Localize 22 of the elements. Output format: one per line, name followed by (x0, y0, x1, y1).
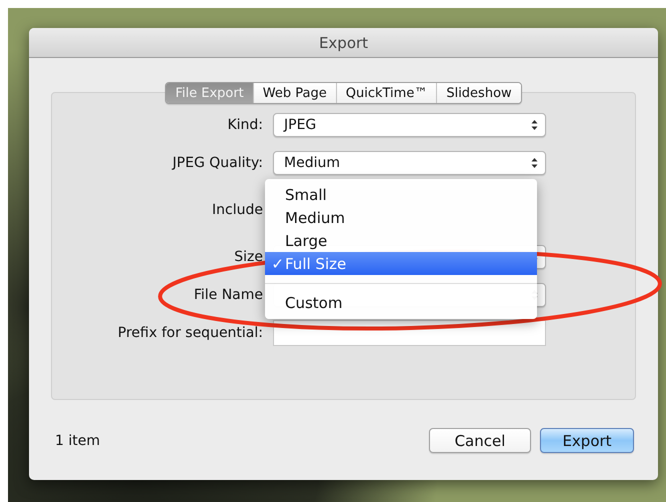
tab[interactable]: Web Page (252, 83, 336, 103)
field-label: Size (234, 249, 263, 265)
window-title: Export (29, 28, 658, 58)
menu-item[interactable]: ✓Full Size (265, 252, 537, 275)
field-label: JPEG Quality: (172, 155, 263, 171)
stepper-arrows-icon (531, 119, 538, 131)
menu-item[interactable]: Large (265, 229, 537, 252)
default-button[interactable]: Export (540, 428, 634, 453)
tab[interactable]: Slideshow (436, 83, 521, 103)
dialog-button[interactable]: Cancel (429, 428, 531, 453)
menu-item[interactable]: Custom (265, 291, 537, 314)
field-label: File Name (194, 287, 263, 303)
popup-menu[interactable]: Medium (273, 151, 546, 175)
menu-item[interactable]: Medium (265, 206, 537, 229)
stepper-arrows-icon (531, 157, 538, 169)
field-label: Include (212, 202, 263, 218)
item-count: 1 item (55, 432, 100, 448)
tab[interactable]: QuickTime™ (336, 83, 436, 103)
field-label: Prefix for sequential: (118, 325, 263, 341)
field-label: Kind: (227, 117, 263, 133)
menu-item[interactable]: Small (265, 183, 537, 206)
popup-menu[interactable]: JPEG (273, 113, 546, 137)
